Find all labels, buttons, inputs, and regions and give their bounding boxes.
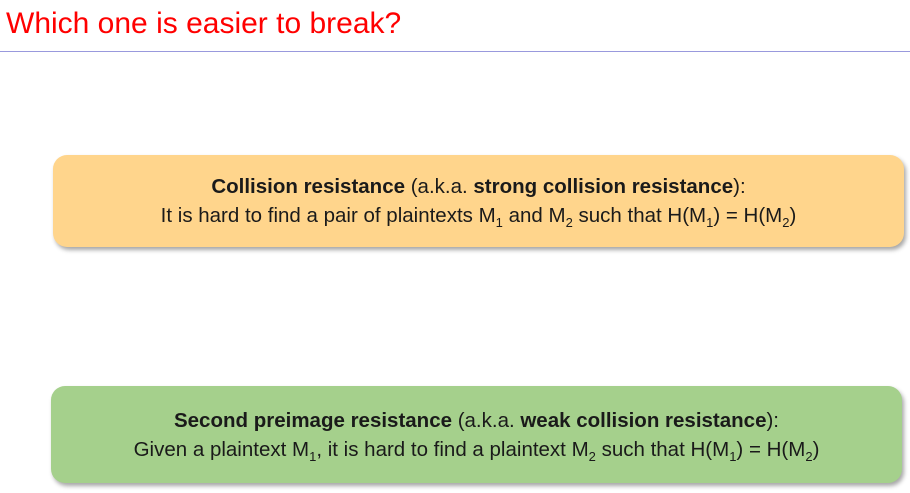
collision-resistance-heading: Collision resistance (a.k.a. strong coll…: [211, 172, 745, 201]
definition-text: such that H(M: [572, 204, 707, 227]
subscript: 2: [565, 215, 573, 230]
second-preimage-resistance-definition: Given a plaintext M1, it is hard to find…: [134, 435, 820, 464]
collision-resistance-box: Collision resistance (a.k.a. strong coll…: [53, 155, 904, 247]
slide-title: Which one is easier to break?: [6, 7, 402, 40]
heading-close: ):: [766, 408, 780, 432]
definition-text: and M: [502, 204, 566, 227]
aka-label: (a.k.a.: [452, 408, 521, 432]
subscript: 2: [588, 448, 596, 464]
second-preimage-resistance-term: Second preimage resistance: [173, 408, 452, 432]
definition-text: Given a plaintext M: [133, 437, 310, 461]
definition-text: It is hard to find a pair of plaintexts …: [160, 204, 496, 227]
second-preimage-resistance-heading: Second preimage resistance (a.k.a. weak …: [174, 406, 779, 435]
definition-text: ): [789, 204, 797, 227]
title-divider: [0, 51, 910, 52]
second-preimage-resistance-box: Second preimage resistance (a.k.a. weak …: [51, 386, 902, 483]
definition-text: ) = H(M: [736, 437, 806, 461]
definition-text: ) = H(M: [713, 204, 783, 227]
subscript: 1: [495, 215, 503, 230]
collision-resistance-definition: It is hard to find a pair of plaintexts …: [161, 201, 797, 230]
heading-close: ):: [733, 175, 746, 198]
collision-resistance-term: Collision resistance: [211, 175, 406, 198]
subscript: 2: [805, 448, 813, 464]
strong-collision-resistance-term: strong collision resistance: [473, 175, 734, 198]
weak-collision-resistance-term: weak collision resistance: [520, 408, 767, 432]
definition-text: ): [812, 437, 820, 461]
aka-label: (a.k.a.: [405, 175, 474, 198]
definition-text: , it is hard to find a plaintext M: [316, 437, 589, 461]
definition-text: such that H(M: [595, 437, 730, 461]
